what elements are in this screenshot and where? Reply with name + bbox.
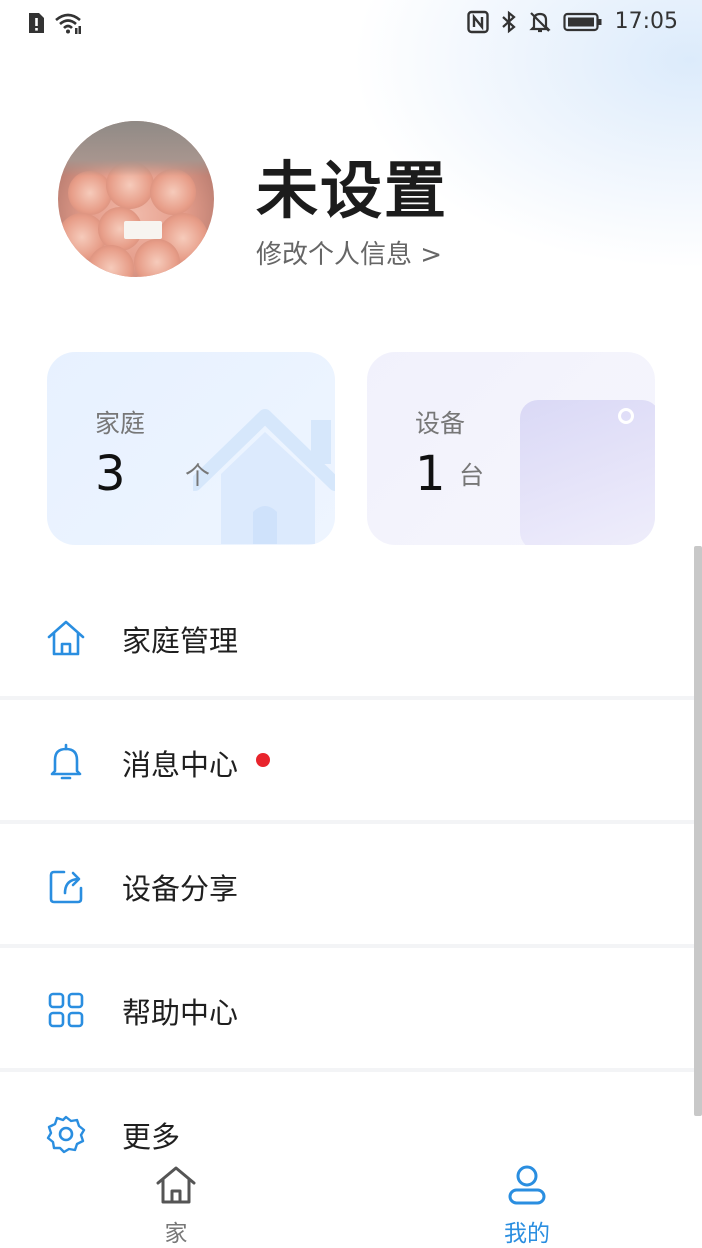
status-time: 17:05 — [614, 9, 678, 34]
device-count-unit: 台 — [459, 461, 485, 490]
device-count-value: 1 — [415, 446, 446, 502]
user-icon — [508, 1165, 546, 1205]
menu-item-message-center[interactable]: 消息中心 — [0, 700, 702, 822]
house-icon — [156, 1166, 196, 1204]
home-count-value: 3 — [95, 446, 126, 502]
tab-mine-label: 我的 — [504, 1221, 550, 1247]
status-bar: 17:05 — [0, 0, 702, 48]
scrollbar[interactable] — [694, 546, 702, 1116]
avatar-background — [58, 121, 214, 176]
unread-badge — [256, 753, 270, 767]
tab-mine[interactable]: 我的 — [467, 1155, 587, 1248]
wifi-icon — [55, 13, 81, 34]
menu-label: 更多 — [122, 1120, 181, 1154]
bell-icon — [50, 743, 82, 780]
status-right: 17:05 — [466, 9, 678, 34]
menu-label: 消息中心 — [122, 748, 239, 782]
avatar-tag — [124, 221, 162, 239]
home-icon — [47, 620, 85, 656]
alert-sim-icon — [29, 13, 44, 33]
avatar-rose — [68, 171, 112, 215]
bottom-nav: 家 我的 — [0, 1155, 702, 1248]
home-count-card[interactable]: 家庭 3 个 — [47, 352, 335, 545]
edit-profile-link[interactable]: 修改个人信息 > — [256, 234, 442, 271]
home-count-unit: 个 — [185, 461, 211, 490]
device-illustration-icon — [520, 400, 655, 545]
avatar-rose — [134, 239, 180, 277]
tab-home[interactable]: 家 — [116, 1155, 236, 1248]
menu-item-device-share[interactable]: 设备分享 — [0, 824, 702, 946]
status-left — [26, 11, 82, 35]
device-indicator-dot — [618, 408, 634, 424]
tab-home-label: 家 — [164, 1221, 188, 1247]
mute-bell-icon — [528, 11, 551, 32]
share-icon — [49, 870, 83, 904]
menu-label: 设备分享 — [122, 872, 239, 906]
bluetooth-icon — [501, 10, 516, 33]
grid-icon — [48, 992, 84, 1028]
menu-label: 帮助中心 — [122, 996, 239, 1030]
home-card-label: 家庭 — [95, 409, 146, 438]
nfc-icon — [466, 10, 489, 33]
device-count-card[interactable]: 设备 1 台 — [367, 352, 655, 545]
gear-icon — [46, 1115, 86, 1154]
profile-name[interactable]: 未设置 — [256, 140, 448, 230]
avatar[interactable] — [58, 121, 214, 277]
menu-label: 家庭管理 — [122, 624, 239, 658]
house-illustration-icon — [193, 409, 335, 544]
battery-icon — [562, 12, 602, 31]
device-card-label: 设备 — [415, 409, 466, 438]
menu-item-help-center[interactable]: 帮助中心 — [0, 948, 702, 1070]
menu-item-home-management[interactable]: 家庭管理 — [0, 576, 702, 698]
